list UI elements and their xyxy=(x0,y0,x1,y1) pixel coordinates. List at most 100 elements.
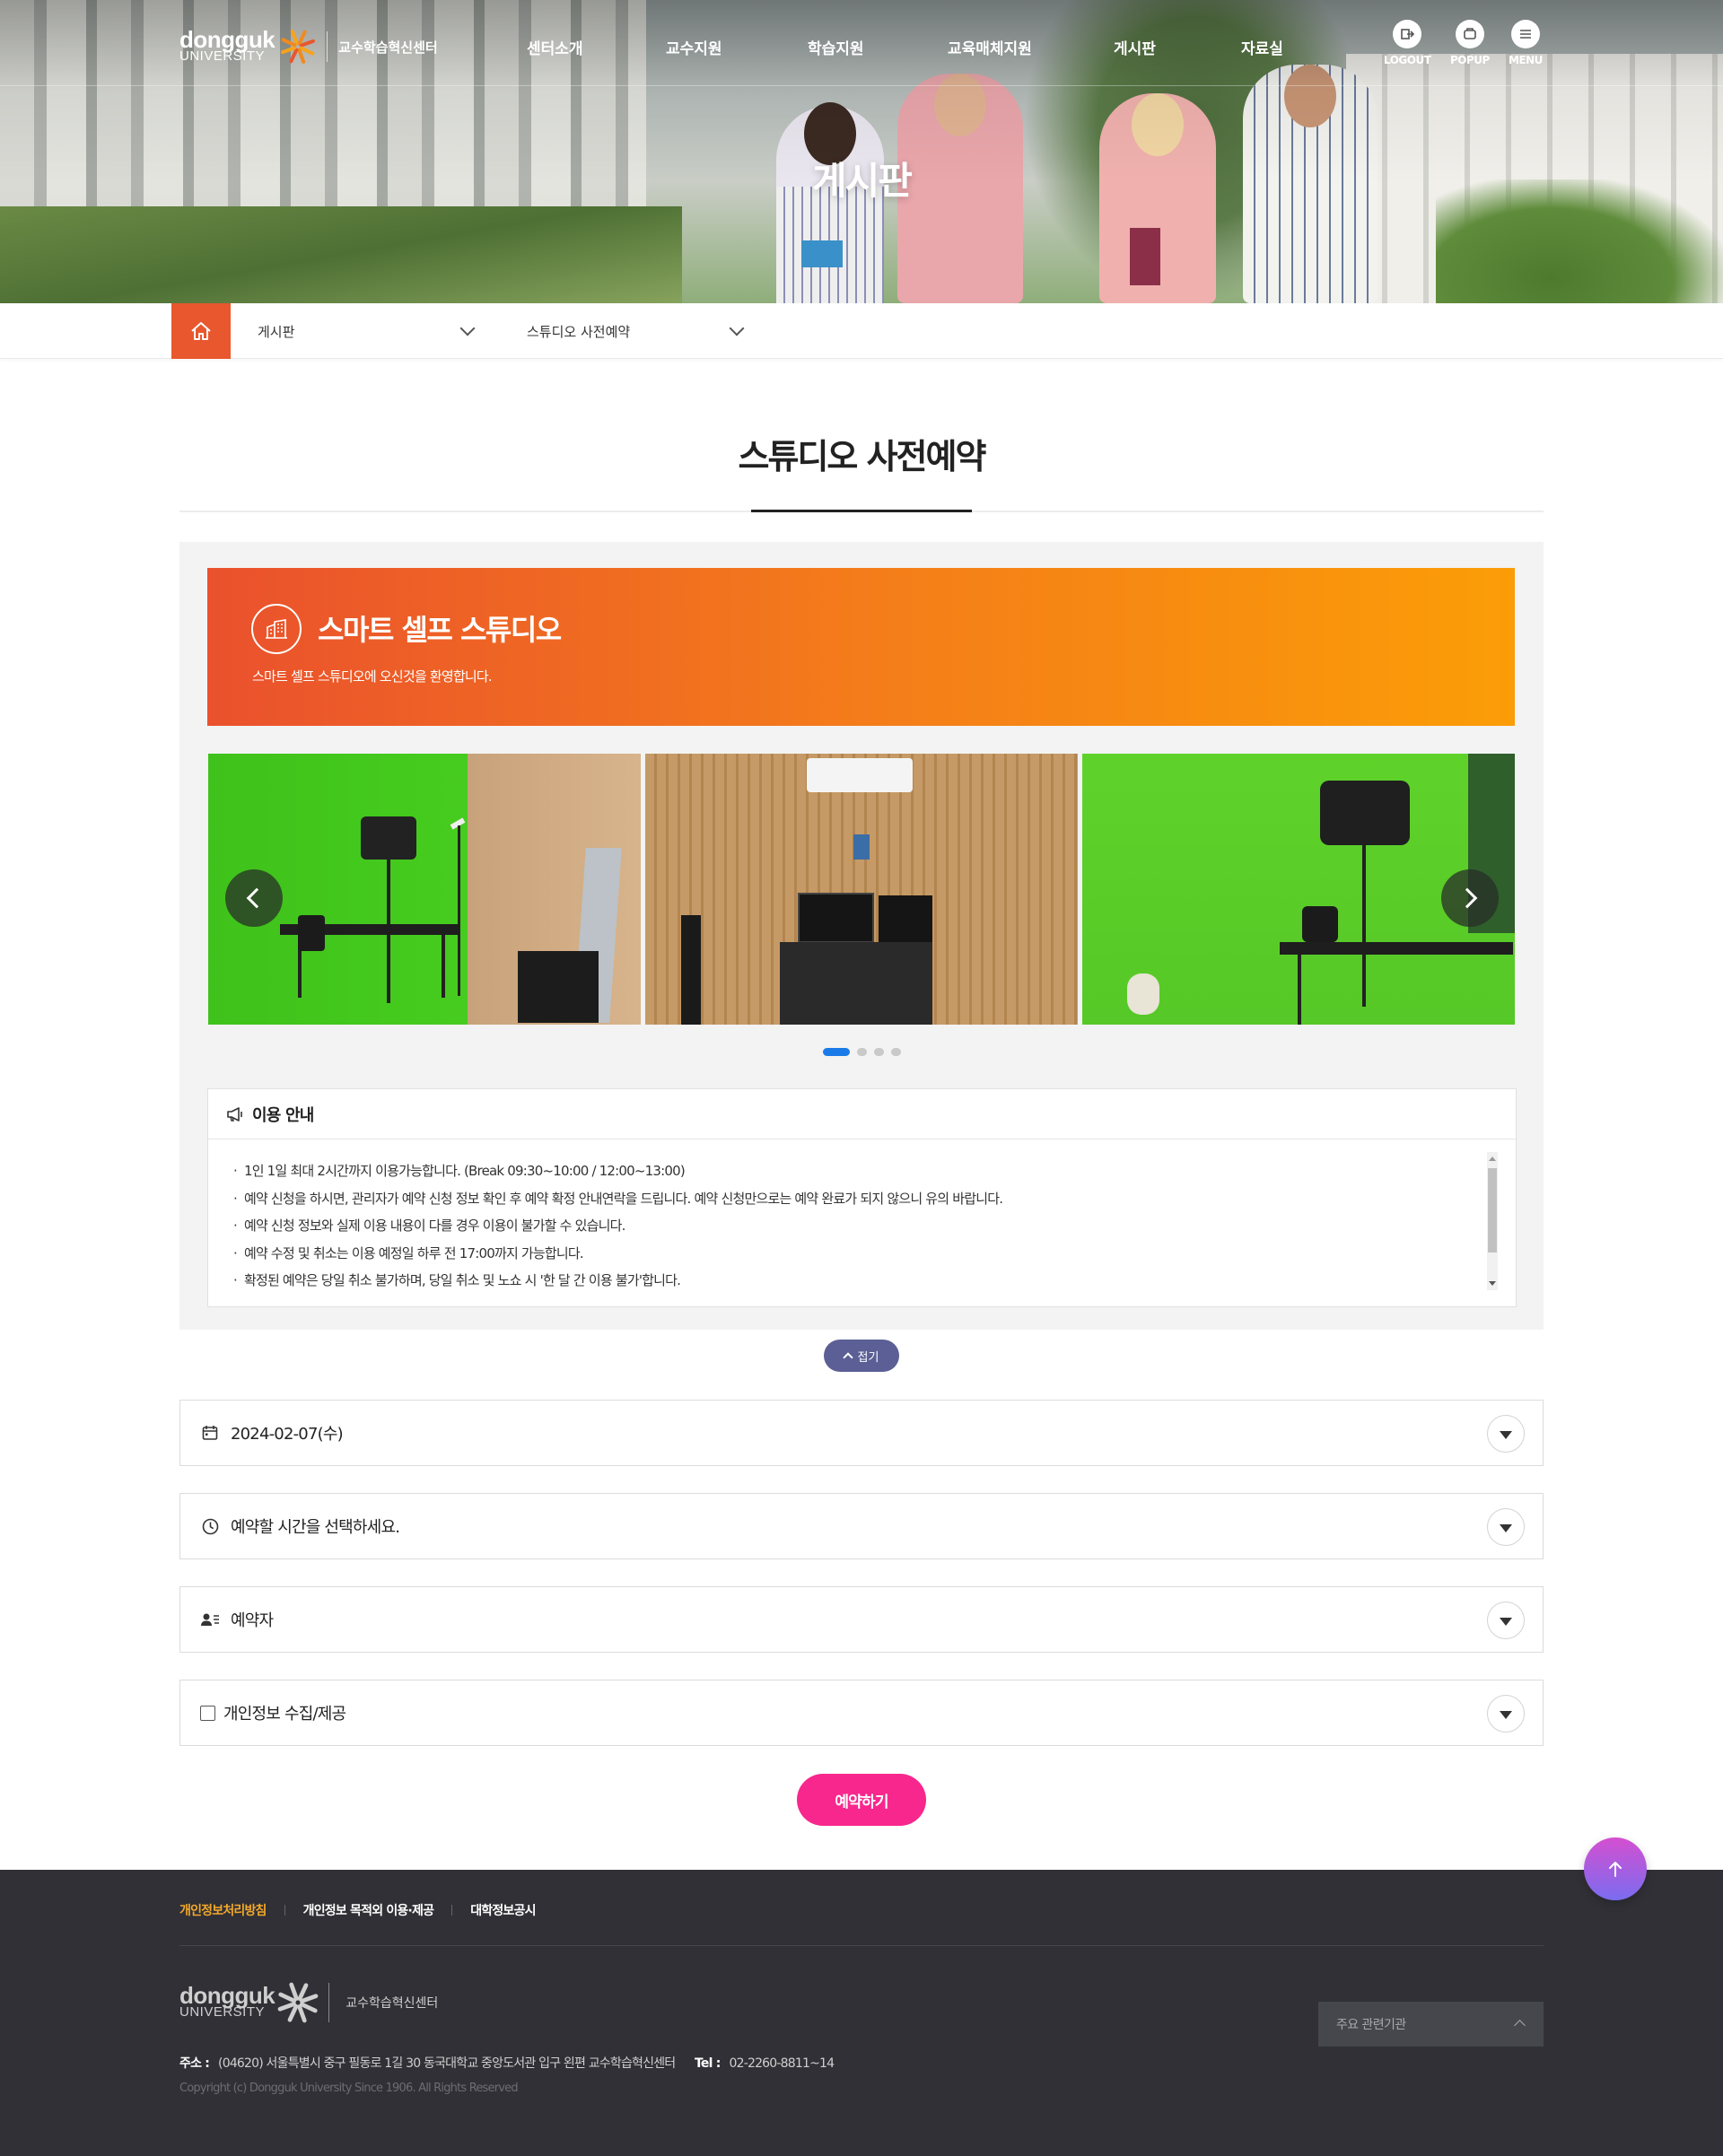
arrow-up-icon xyxy=(1609,1862,1622,1877)
copyright: Copyright (c) Dongguk University Since 1… xyxy=(179,2082,519,2095)
address-value: (04620) 서울특별시 중구 필동로 1길 30 동국대학교 중앙도서관 입… xyxy=(218,2056,676,2071)
privacy-label: 개인정보 수집/제공 xyxy=(223,1705,346,1724)
date-select[interactable]: 2024-02-07(수) xyxy=(179,1400,1544,1466)
home-button[interactable] xyxy=(171,303,231,359)
time-placeholder: 예약할 시간을 선택하세요. xyxy=(231,1518,400,1537)
slide-control-room xyxy=(645,754,1078,1025)
slider-next-button[interactable] xyxy=(1441,869,1499,927)
footer-logo: dongguk UNIVERSITY 교수학습혁신센터 xyxy=(179,1979,438,2026)
footer-links: 개인정보처리방침 개인정보 목적외 이용·제공 대학정보공시 xyxy=(179,1901,536,1919)
selected-date: 2024-02-07(수) xyxy=(231,1425,344,1444)
list-item: 확정된 예약은 당일 취소 불가하며, 당일 취소 및 노쇼 시 '한 달 간 … xyxy=(233,1267,1516,1295)
caret-down-icon xyxy=(1500,1711,1512,1719)
site-logo[interactable]: dongguk UNIVERSITY 교수학습혁신센터 xyxy=(179,27,438,66)
top-navigation: dongguk UNIVERSITY 교수학습혁신센터 센터소개 교수지원 학습… xyxy=(0,0,1723,86)
calendar-icon xyxy=(200,1425,220,1441)
related-sites-select[interactable]: 주요 관련기관 xyxy=(1318,2002,1544,2047)
breadcrumb-level1-label: 게시판 xyxy=(258,323,295,340)
notice-scrollbar[interactable] xyxy=(1487,1152,1498,1290)
usage-notice-title: 이용 안내 xyxy=(252,1105,314,1125)
caret-down-icon xyxy=(1500,1618,1512,1626)
scroll-up-arrow-icon[interactable] xyxy=(1489,1157,1496,1161)
clock-icon xyxy=(200,1518,220,1535)
menu-item-faculty-support[interactable]: 교수지원 xyxy=(666,36,722,58)
usage-notice: 이용 안내 1인 1일 최대 2시간까지 이용가능합니다. (Break 09:… xyxy=(207,1088,1517,1307)
popup-icon xyxy=(1455,20,1484,48)
reserve-button[interactable]: 예약하기 xyxy=(797,1774,926,1826)
chevron-down-icon xyxy=(729,320,745,336)
scroll-to-top-button[interactable] xyxy=(1584,1837,1647,1900)
footer-logo-wordmark: dongguk UNIVERSITY xyxy=(179,1982,276,2020)
hero-title: 게시판 xyxy=(812,159,913,203)
chevron-left-icon xyxy=(246,887,267,909)
reserver-label: 예약자 xyxy=(231,1611,274,1630)
menu-item-archive[interactable]: 자료실 xyxy=(1241,36,1283,58)
usage-notice-header: 이용 안내 xyxy=(208,1089,1516,1139)
home-icon xyxy=(191,322,211,340)
link-separator xyxy=(451,1905,453,1916)
privacy-toggle-button[interactable] xyxy=(1487,1695,1525,1733)
date-toggle-button[interactable] xyxy=(1487,1415,1525,1453)
footer-logo-divider xyxy=(328,1983,330,2022)
scroll-thumb[interactable] xyxy=(1488,1168,1497,1253)
studio-info-panel: 스마트 셀프 스튜디오 스마트 셀프 스튜디오에 오신것을 환영합니다. 이용 … xyxy=(179,542,1544,1330)
fold-button[interactable]: 접기 xyxy=(824,1340,899,1372)
site-footer: 개인정보처리방침 개인정보 목적외 이용·제공 대학정보공시 dongguk U… xyxy=(0,1870,1723,2156)
breadcrumb-level2-select[interactable]: 스튜디오 사전예약 xyxy=(527,303,745,359)
menu-item-media-support[interactable]: 교육매체지원 xyxy=(948,36,1032,58)
reserver-toggle-button[interactable] xyxy=(1487,1602,1525,1639)
breadcrumb: 게시판 스튜디오 사전예약 xyxy=(0,303,1723,359)
popup-button[interactable]: POPUP xyxy=(1450,20,1490,66)
privacy-third-party-link[interactable]: 개인정보 목적외 이용·제공 xyxy=(303,1901,434,1919)
menu-icon xyxy=(1510,20,1540,48)
slider-dot[interactable] xyxy=(890,1048,901,1056)
list-item: 예약 신청 정보와 실제 이용 내용이 다를 경우 이용이 불가할 수 있습니다… xyxy=(233,1212,1516,1240)
footer-divider xyxy=(179,1945,1544,1946)
slider-dot[interactable] xyxy=(822,1048,850,1056)
tel-value: 02-2260-8811~14 xyxy=(729,2056,835,2071)
privacy-consent-section[interactable]: 개인정보 수집/제공 xyxy=(179,1680,1544,1746)
address-label: 주소 : xyxy=(179,2056,210,2071)
caret-down-icon xyxy=(1500,1431,1512,1439)
university-disclosure-link[interactable]: 대학정보공시 xyxy=(470,1901,536,1919)
reserver-section[interactable]: 예약자 xyxy=(179,1586,1544,1653)
menu-button[interactable]: MENU xyxy=(1509,20,1543,66)
megaphone-icon xyxy=(227,1106,242,1122)
time-select[interactable]: 예약할 시간을 선택하세요. xyxy=(179,1493,1544,1559)
slider-dot[interactable] xyxy=(873,1048,884,1056)
breadcrumb-level2-label: 스튜디오 사전예약 xyxy=(527,323,631,340)
privacy-policy-link[interactable]: 개인정보처리방침 xyxy=(179,1901,267,1919)
menu-item-learning-support[interactable]: 학습지원 xyxy=(808,36,864,58)
logo-divider xyxy=(327,31,328,62)
menu-item-board[interactable]: 게시판 xyxy=(1114,36,1156,58)
time-toggle-button[interactable] xyxy=(1487,1508,1525,1546)
footer-address: 주소 : (04620) 서울특별시 중구 필동로 1길 30 동국대학교 중앙도… xyxy=(179,2054,835,2072)
scroll-down-arrow-icon[interactable] xyxy=(1489,1281,1496,1286)
list-item: 예약 신청을 하시면, 관리자가 예약 신청 정보 확인 후 예약 확정 안내연… xyxy=(233,1185,1516,1213)
page-title: 스튜디오 사전예약 xyxy=(738,437,987,476)
slider-pagination xyxy=(179,1048,1544,1056)
logout-icon xyxy=(1393,20,1422,48)
chevron-down-icon xyxy=(459,320,476,336)
privacy-checkbox[interactable] xyxy=(200,1705,215,1721)
chevron-up-icon xyxy=(1514,2020,1526,2031)
banner-title: 스마트 셀프 스튜디오 xyxy=(318,613,562,647)
banner-subtitle: 스마트 셀프 스튜디오에 오신것을 환영합니다. xyxy=(252,668,493,685)
tel-label: Tel : xyxy=(695,2056,721,2071)
slider-prev-button[interactable] xyxy=(225,869,283,927)
footer-logo-star-icon xyxy=(275,1979,321,2026)
menu-item-center-intro[interactable]: 센터소개 xyxy=(527,36,583,58)
logo-wordmark: dongguk UNIVERSITY xyxy=(179,26,276,64)
footer-center-name: 교수학습혁신센터 xyxy=(345,1996,439,2011)
studio-slider xyxy=(208,754,1515,1025)
title-underline xyxy=(751,510,972,512)
usage-notice-list: 1인 1일 최대 2시간까지 이용가능합니다. (Break 09:30~10:… xyxy=(208,1139,1516,1295)
list-item: 1인 1일 최대 2시간까지 이용가능합니다. (Break 09:30~10:… xyxy=(233,1157,1516,1185)
slider-dot[interactable] xyxy=(856,1048,867,1056)
logout-button[interactable]: LOGOUT xyxy=(1384,20,1431,66)
user-list-icon xyxy=(200,1612,220,1627)
link-separator xyxy=(284,1905,285,1916)
breadcrumb-level1-select[interactable]: 게시판 xyxy=(258,303,476,359)
logo-star-icon xyxy=(278,27,318,66)
chevron-right-icon xyxy=(1456,887,1478,909)
